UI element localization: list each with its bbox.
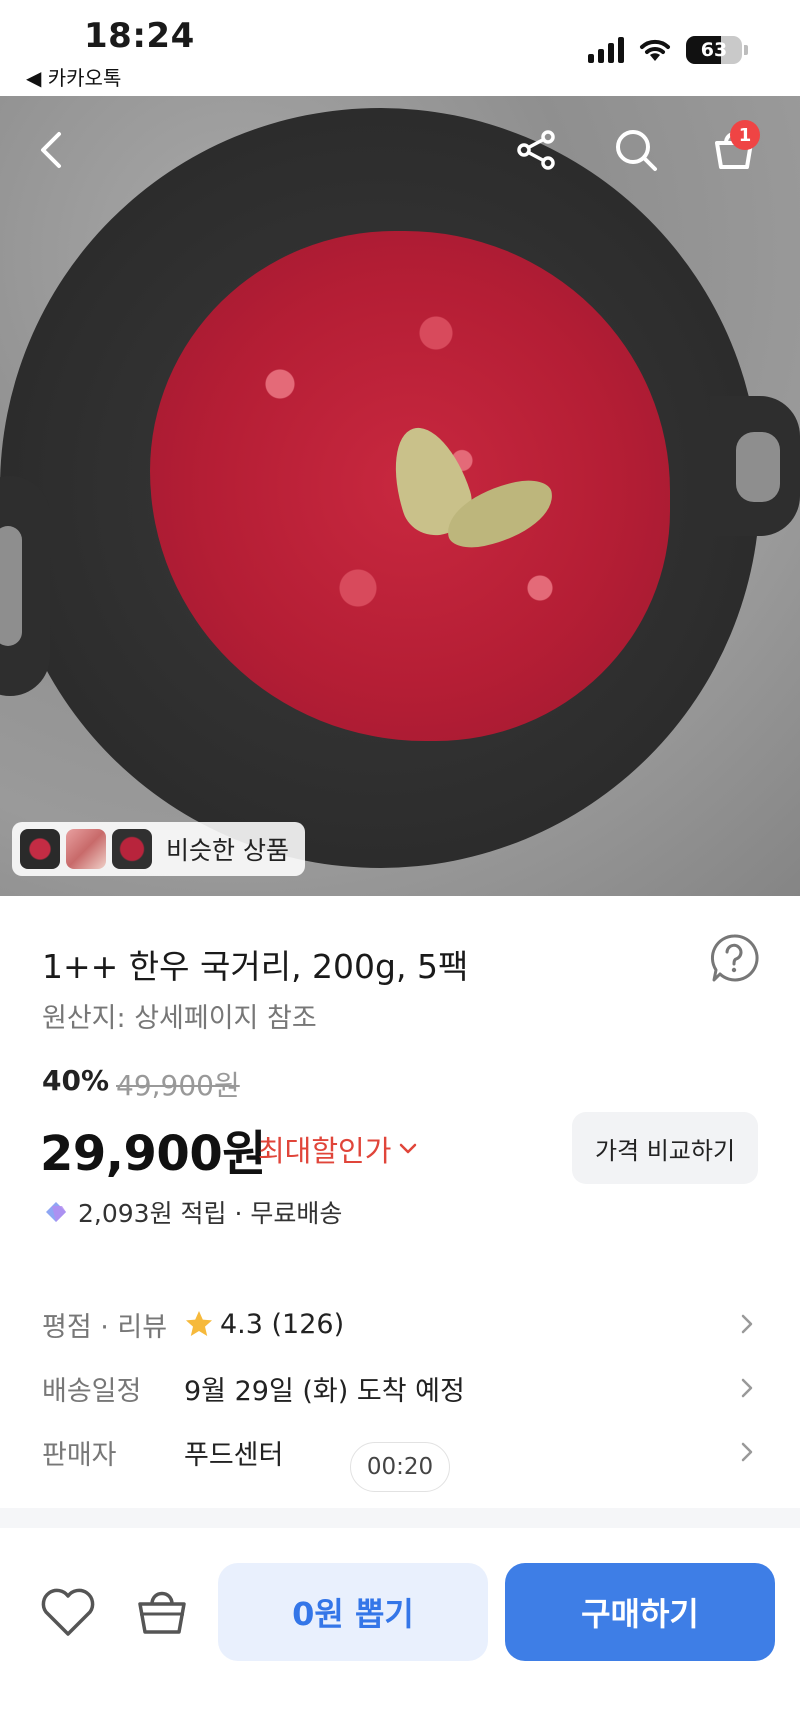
status-bar: 18:24 ◀ 카카오톡 63 [0,0,800,96]
price-compare-button[interactable]: 가격 비교하기 [572,1112,758,1184]
buy-button[interactable]: 구매하기 [505,1563,775,1661]
similar-thumbnail [20,829,60,869]
heart-icon[interactable] [38,1584,98,1640]
free-draw-button[interactable]: 0원 뽑기 [218,1563,488,1661]
rating-value: 4.3 (126) [220,1308,345,1340]
rating-label: 평점 · 리뷰 [42,1311,168,1343]
max-discount-label: 최대할인가 [258,1134,392,1168]
product-title: 1++ 한우 국거리, 200g, 5팩 [42,947,469,986]
rating-value-group: 4.3 (126) [184,1309,344,1340]
max-discount-toggle[interactable]: 최대할인가 [258,1128,417,1170]
similar-thumbnail [112,829,152,869]
delivery-value: 9월 29일 (화) 도착 예정 [184,1375,465,1407]
basket-icon[interactable] [134,1584,190,1640]
search-icon [616,130,657,171]
chevron-right-icon [741,1442,753,1462]
signal-icon [588,37,624,63]
status-icons: 63 [588,36,748,64]
seller-label: 판매자 [42,1439,117,1471]
origin-text: 원산지: 상세페이지 참조 [42,1003,317,1034]
seller-value: 푸드센터 [184,1439,284,1471]
pan-handle-left [0,476,50,696]
back-button[interactable] [22,120,82,180]
wifi-icon [640,39,670,61]
delivery-label: 배송일정 [42,1375,142,1407]
share-button[interactable] [506,120,566,180]
chevron-down-icon [400,1143,417,1154]
status-time: 18:24 [84,16,195,56]
similar-products-button[interactable]: 비슷한 상품 [12,822,305,876]
delivery-row[interactable]: 배송일정 9월 29일 (화) 도착 예정 [0,1360,800,1416]
original-price: 49,900원 [116,1069,240,1102]
chevron-left-icon [41,132,61,168]
cart-button[interactable]: 1 [704,120,764,180]
points-text: 2,093원 적립 · 무료배송 [78,1199,343,1228]
back-to-app-link[interactable]: ◀ 카카오톡 [26,62,121,91]
battery-icon: 63 [686,36,742,64]
discount-rate: 40% [42,1064,110,1097]
section-divider [0,1508,800,1528]
chevron-right-icon [741,1378,753,1398]
points-icon [46,1202,66,1222]
similar-products-label: 비슷한 상품 [166,836,289,865]
share-icon [517,130,555,170]
similar-thumbnail [66,829,106,869]
cart-count-badge: 1 [730,120,760,150]
sale-price: 29,900원 [40,1126,266,1182]
search-button[interactable] [606,120,666,180]
star-icon [186,1311,212,1336]
points-info: 2,093원 적립 · 무료배송 [42,1194,342,1230]
help-icon[interactable] [708,932,760,984]
chevron-right-icon [741,1314,753,1334]
rating-row[interactable]: 평점 · 리뷰 4.3 (126) [0,1296,800,1352]
timer-chip: 00:20 [350,1442,450,1492]
product-image[interactable]: 1 비슷한 상품 [0,96,800,896]
battery-level: 63 [700,39,728,61]
pan-handle-right [710,396,800,536]
bottom-action-bar: 0원 뽑기 구매하기 [0,1528,800,1731]
